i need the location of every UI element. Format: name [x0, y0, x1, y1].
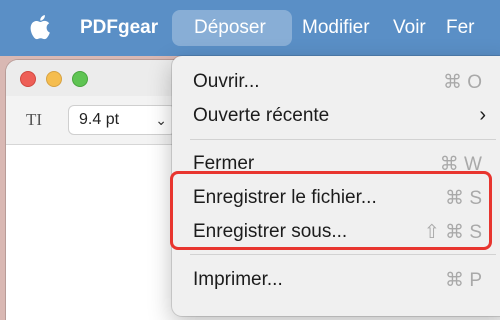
- menu-separator: [190, 139, 496, 140]
- menu-item-label: Ouvrir...: [193, 71, 260, 92]
- chevron-down-icon: ⌄: [155, 112, 167, 128]
- chevron-right-icon: ›: [479, 104, 486, 126]
- font-size-value: 9.4 pt: [79, 111, 120, 128]
- menu-item-ouvrir[interactable]: Ouvrir... ⌘ O: [172, 64, 500, 98]
- menu-deposer[interactable]: Déposer: [194, 0, 266, 56]
- menu-item-ouverte-recente[interactable]: Ouverte récente ›: [172, 98, 500, 132]
- menu-fenetre[interactable]: Fer: [446, 0, 475, 56]
- zoom-window-button[interactable]: [72, 71, 88, 87]
- apple-icon[interactable]: [29, 14, 51, 40]
- menu-voir[interactable]: Voir: [393, 0, 426, 56]
- shortcut-label: ⌘ O: [442, 72, 482, 93]
- font-size-select[interactable]: 9.4 pt ⌄: [68, 105, 176, 135]
- menu-item-label: Ouverte récente: [193, 105, 330, 126]
- menu-item-label: Imprimer...: [193, 269, 283, 290]
- minimize-window-button[interactable]: [46, 71, 62, 87]
- annotation-highlight-box: [170, 171, 492, 250]
- close-window-button[interactable]: [20, 71, 36, 87]
- menu-bar: PDFgear Déposer Modifier Voir Fer: [0, 0, 500, 56]
- menu-modifier[interactable]: Modifier: [302, 0, 370, 56]
- shortcut-label: ⌘ P: [445, 270, 482, 291]
- menu-separator: [190, 254, 496, 255]
- app-name-menu[interactable]: PDFgear: [80, 0, 158, 56]
- menu-item-imprimer[interactable]: Imprimer... ⌘ P: [172, 262, 500, 296]
- text-cursor-icon[interactable]: TI: [26, 110, 42, 130]
